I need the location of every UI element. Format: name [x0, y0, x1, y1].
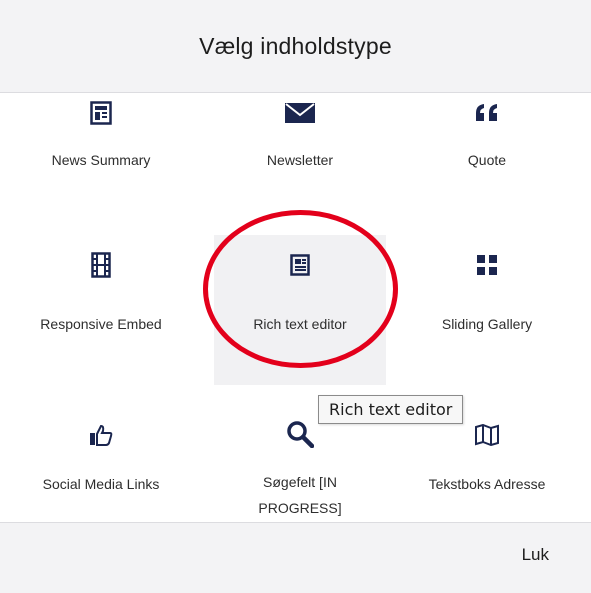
tile-label: Social Media Links — [42, 476, 160, 492]
dialog-footer: Luk — [0, 522, 591, 593]
tile-label: Quote — [467, 152, 507, 168]
tile-quote[interactable]: Quote — [401, 93, 573, 203]
news-summary-icon — [90, 93, 112, 133]
tile-label: Søgefelt [IN PROGRESS] — [258, 474, 342, 516]
tile-label: Rich text editor — [253, 316, 347, 332]
tile-label: News Summary — [51, 152, 151, 168]
thumbs-up-icon — [89, 413, 113, 457]
content-type-grid: News Summary Newsletter Quote Responsive… — [0, 93, 591, 521]
dialog-header: Vælg indholdstype — [0, 0, 591, 93]
tile-label: Sliding Gallery — [441, 316, 533, 332]
rich-text-icon — [290, 243, 310, 287]
tile-rich-text-editor[interactable]: Rich text editor — [214, 235, 386, 385]
grid-icon — [477, 243, 497, 287]
dialog-title: Vælg indholdstype — [199, 32, 392, 59]
close-button[interactable]: Luk — [522, 545, 549, 565]
film-icon — [91, 243, 111, 287]
tooltip: Rich text editor — [318, 395, 464, 424]
quote-icon — [474, 93, 500, 133]
map-icon — [475, 413, 499, 457]
tile-sliding-gallery[interactable]: Sliding Gallery — [401, 235, 573, 385]
envelope-icon — [285, 93, 315, 133]
tile-newsletter[interactable]: Newsletter — [214, 93, 386, 203]
tile-social-media-links[interactable]: Social Media Links — [15, 405, 187, 521]
tile-label: Newsletter — [266, 152, 334, 168]
tile-news-summary[interactable]: News Summary — [15, 93, 187, 203]
tile-label: Responsive Embed — [40, 316, 162, 332]
tile-label: Tekstboks Adresse — [428, 476, 546, 492]
search-icon — [286, 413, 314, 455]
tile-responsive-embed[interactable]: Responsive Embed — [15, 235, 187, 385]
